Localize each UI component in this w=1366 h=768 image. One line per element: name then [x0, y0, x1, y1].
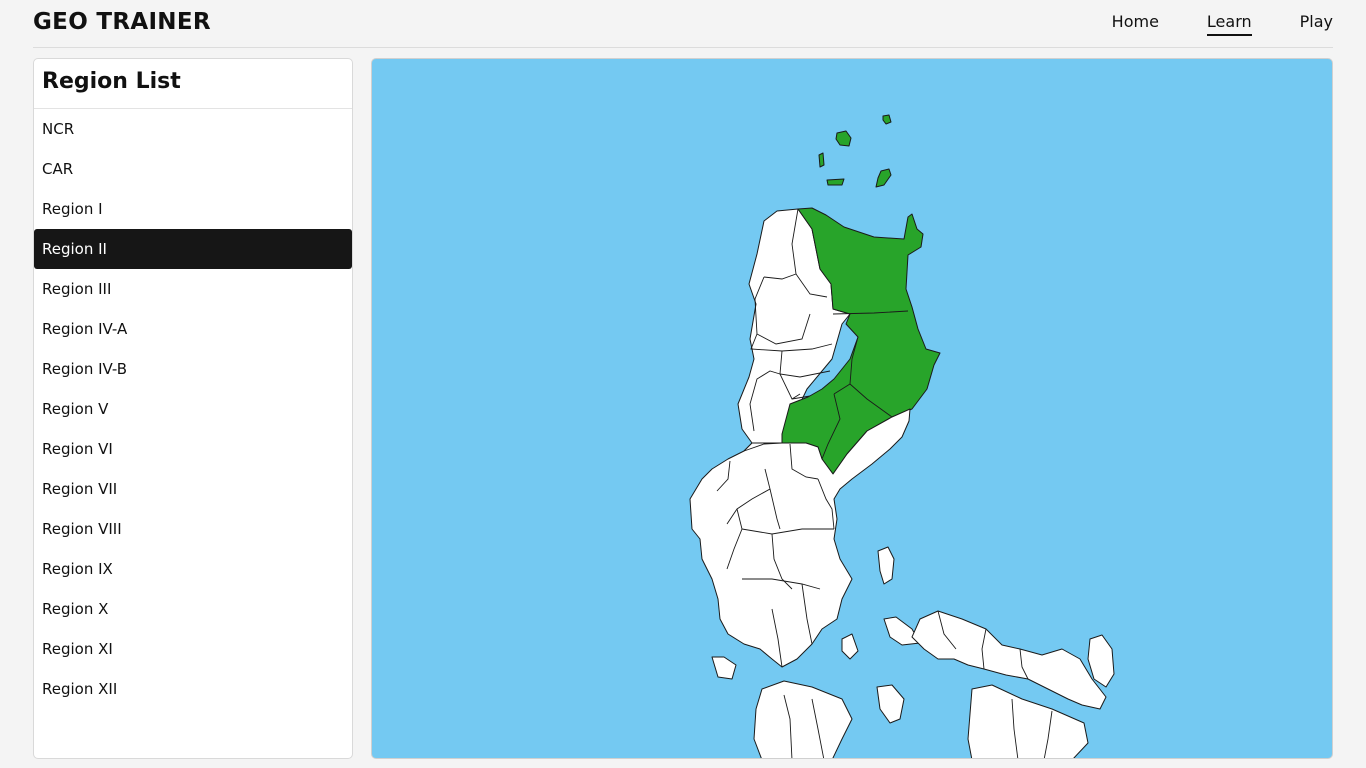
region-item-region-iv-a[interactable]: Region IV-A [34, 309, 352, 349]
region-item-region-xii[interactable]: Region XII [34, 669, 352, 709]
region-item-region-iii[interactable]: Region III [34, 269, 352, 309]
visayas-top[interactable] [753, 680, 1089, 759]
brand-logo[interactable]: GEO TRAINER [33, 9, 211, 35]
top-bar: GEO TRAINER Home Learn Play [33, 0, 1333, 48]
region-list-title: Region List [34, 59, 352, 109]
philippines-map[interactable] [372, 59, 1333, 759]
region-item-region-xi[interactable]: Region XI [34, 629, 352, 669]
region-item-car[interactable]: CAR [34, 149, 352, 189]
main-nav: Home Learn Play [1064, 12, 1333, 36]
central-luzon[interactable] [689, 408, 911, 668]
region-item-region-i[interactable]: Region I [34, 189, 352, 229]
region-item-region-vi[interactable]: Region VI [34, 429, 352, 469]
region-item-region-vii[interactable]: Region VII [34, 469, 352, 509]
region-item-region-ix[interactable]: Region IX [34, 549, 352, 589]
region-item-region-x[interactable]: Region X [34, 589, 352, 629]
region-item-region-iv-b[interactable]: Region IV-B [34, 349, 352, 389]
region-item-region-viii[interactable]: Region VIII [34, 509, 352, 549]
map-panel[interactable] [371, 58, 1333, 759]
region-item-region-v[interactable]: Region V [34, 389, 352, 429]
nav-play[interactable]: Play [1300, 12, 1333, 36]
batanes-islands[interactable] [818, 114, 892, 188]
region-item-ncr[interactable]: NCR [34, 109, 352, 149]
nav-learn[interactable]: Learn [1206, 12, 1252, 36]
region-list-panel: Region List NCR CAR Region I Region II Regio… [33, 58, 353, 759]
region-item-region-ii[interactable]: Region II [34, 229, 352, 269]
region-list[interactable]: NCR CAR Region I Region II Region III Region … [34, 109, 352, 721]
nav-home[interactable]: Home [1112, 12, 1159, 36]
